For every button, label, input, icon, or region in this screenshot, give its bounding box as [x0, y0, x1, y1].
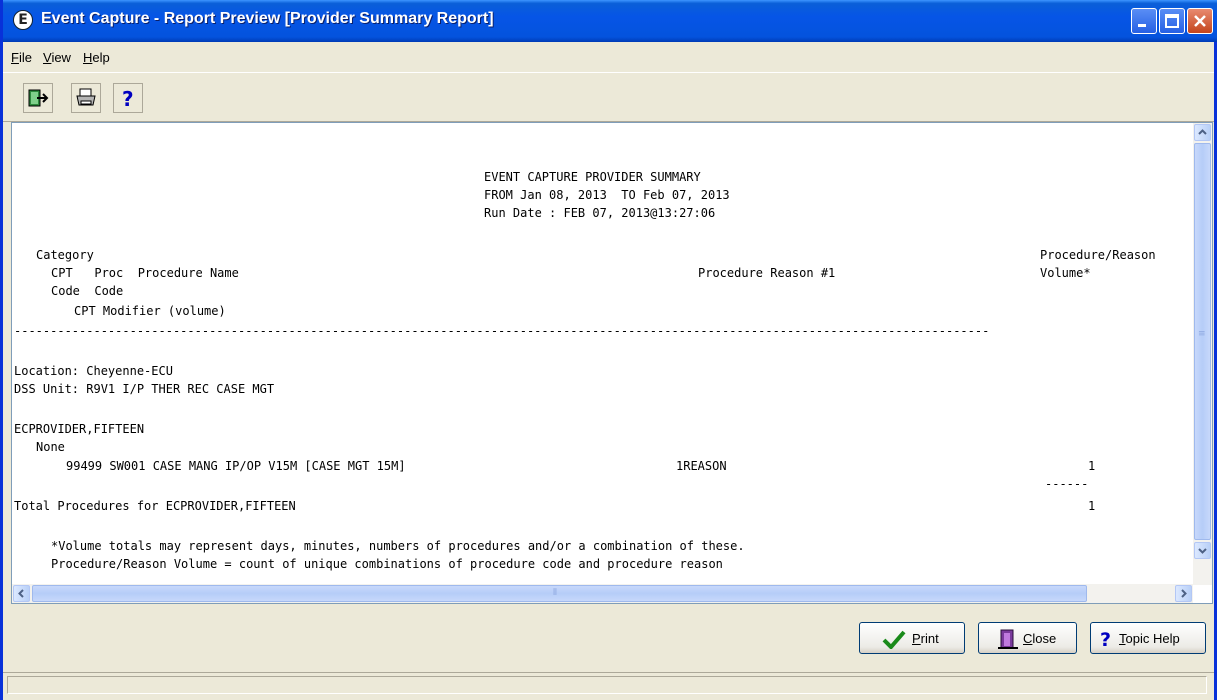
scroll-left-button[interactable] [13, 585, 30, 602]
col-category: Category [36, 248, 94, 262]
title-bar[interactable]: E Event Capture - Report Preview [Provid… [3, 0, 1217, 42]
col-volume-heading-1: Procedure/Reason [1040, 248, 1156, 262]
report-preview-window: E Event Capture - Report Preview [Provid… [0, 0, 1217, 700]
close-icon [1194, 15, 1206, 27]
print-toolbar-button[interactable] [71, 83, 101, 113]
minimize-icon [1138, 24, 1146, 27]
menu-view[interactable]: View [43, 50, 71, 65]
checkmark-icon [882, 630, 906, 649]
svg-text:?: ? [1100, 629, 1111, 650]
event-capture-app-icon: E [13, 10, 33, 30]
chevron-left-icon [18, 589, 24, 598]
reason-value: 1REASON [676, 459, 727, 473]
grip-icon: ≡ [1198, 329, 1206, 339]
scroll-down-button[interactable] [1194, 542, 1211, 559]
svg-text:?: ? [122, 87, 134, 109]
report-content: EVENT CAPTURE PROVIDER SUMMARY FROM Jan … [13, 124, 1194, 586]
exit-button[interactable] [23, 83, 53, 113]
exit-icon [28, 89, 49, 107]
printer-icon [76, 88, 96, 106]
door-exit-icon [998, 629, 1018, 649]
report-preview-pane: EVENT CAPTURE PROVIDER SUMMARY FROM Jan … [11, 122, 1213, 604]
help-toolbar-button[interactable]: ? [113, 83, 143, 113]
total-procedures-label: Total Procedures for ECPROVIDER,FIFTEEN [14, 499, 296, 513]
volume-dashes: ------ [1045, 477, 1089, 491]
col-procedure-reason: Procedure Reason #1 [698, 266, 836, 280]
volume-value: 1 [1088, 459, 1096, 473]
scroll-right-button[interactable] [1175, 585, 1192, 602]
provider-name: ECPROVIDER,FIFTEEN [14, 422, 145, 436]
menu-file[interactable]: File [11, 50, 32, 65]
header-separator: ----------------------------------------… [14, 324, 990, 338]
category-value: None [36, 440, 65, 454]
col-code: Code Code [51, 284, 124, 298]
chevron-down-icon [1198, 548, 1207, 554]
location-line: Location: Cheyenne-ECU [14, 364, 173, 378]
scroll-up-button[interactable] [1194, 124, 1211, 141]
chevron-right-icon [1181, 589, 1187, 598]
report-run-date: Run Date : FEB 07, 2013@13:27:06 [484, 206, 716, 220]
window-title: Event Capture - Report Preview [Provider… [41, 10, 494, 27]
footnote-volume: *Volume totals may represent days, minut… [51, 539, 745, 553]
chevron-up-icon [1198, 129, 1207, 135]
col-cpt-proc-name: CPT Proc Procedure Name [51, 266, 239, 280]
toolbar: ? [3, 72, 1214, 122]
minimize-button[interactable] [1131, 8, 1157, 34]
dss-unit-line: DSS Unit: R9V1 I/P THER REC CASE MGT [14, 382, 275, 396]
close-window-button[interactable] [1187, 8, 1213, 34]
print-button[interactable]: Print [859, 622, 965, 654]
procedure-line: 99499 SW001 CASE MANG IP/OP V15M [CASE M… [66, 459, 406, 473]
total-procedures-value: 1 [1088, 499, 1096, 513]
vertical-scrollbar[interactable]: ≡ [1193, 123, 1212, 585]
status-panel [7, 676, 1207, 694]
vertical-scroll-thumb[interactable]: ≡ [1194, 143, 1211, 540]
col-volume-heading-2: Volume* [1040, 266, 1091, 280]
maximize-icon [1165, 14, 1179, 28]
topic-help-button[interactable]: ? Topic Help [1090, 622, 1206, 654]
footnote-procedure-reason: Procedure/Reason Volume = count of uniqu… [51, 557, 723, 571]
menu-bar: File View Help [3, 42, 1214, 72]
horizontal-scrollbar[interactable]: ⦀ [12, 584, 1193, 603]
report-date-range: FROM Jan 08, 2013 TO Feb 07, 2013 [484, 188, 730, 202]
horizontal-scroll-thumb[interactable]: ⦀ [32, 585, 1087, 602]
report-title: EVENT CAPTURE PROVIDER SUMMARY [484, 170, 701, 184]
grip-icon: ⦀ [553, 588, 557, 598]
col-cpt-modifier: CPT Modifier (volume) [74, 304, 226, 318]
status-bar [3, 672, 1214, 698]
close-button[interactable]: Close [978, 622, 1077, 654]
question-mark-icon: ? [1100, 629, 1111, 650]
menu-help[interactable]: Help [83, 50, 110, 65]
maximize-button[interactable] [1159, 8, 1185, 34]
help-icon: ? [122, 87, 134, 109]
